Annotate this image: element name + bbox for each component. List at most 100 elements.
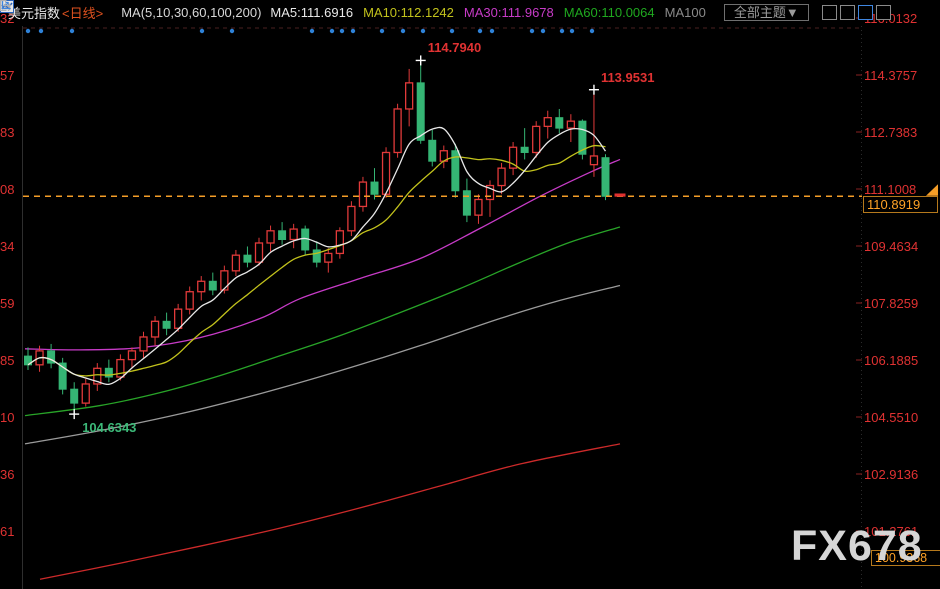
- candle: [475, 199, 482, 215]
- candle: [152, 321, 159, 337]
- low-annotation: 104.6343: [82, 420, 136, 435]
- candle: [556, 118, 563, 128]
- right-axis-label: 114.3757: [864, 68, 938, 83]
- candle: [348, 206, 355, 230]
- event-marker-dot: [330, 29, 334, 33]
- event-marker-dot: [26, 29, 30, 33]
- candle: [590, 156, 597, 165]
- right-axis-label: 107.8259: [864, 296, 938, 311]
- event-marker-dot: [351, 29, 355, 33]
- candle: [498, 168, 505, 185]
- candle: [256, 243, 263, 262]
- candle: [128, 351, 135, 360]
- candle: [602, 158, 609, 197]
- candle: [394, 109, 401, 153]
- event-marker-dot: [450, 29, 454, 33]
- ma-value-label: MA100: [665, 5, 706, 20]
- event-marker-dot: [310, 29, 314, 33]
- ma200-line: [40, 444, 620, 579]
- candle: [417, 83, 424, 140]
- ma60-line: [25, 227, 620, 416]
- candle: [371, 182, 378, 194]
- event-marker-dot: [490, 29, 494, 33]
- candle: [544, 118, 551, 127]
- candle: [140, 337, 147, 351]
- candle: [463, 191, 470, 215]
- candle: [279, 231, 286, 240]
- ma30-line: [25, 159, 620, 349]
- candle: [567, 121, 574, 128]
- left-axis-label: 61: [0, 524, 16, 539]
- candles-group: [25, 60, 610, 414]
- event-marker-dot: [200, 29, 204, 33]
- candlestick-chart[interactable]: [0, 0, 940, 589]
- left-axis-label: 57: [0, 68, 16, 83]
- candle: [232, 255, 239, 271]
- left-axis-label: 85: [0, 353, 16, 368]
- current-price-label: 110.8919: [863, 196, 938, 213]
- candle: [175, 309, 182, 328]
- candle: [336, 231, 343, 254]
- event-marker-dot: [39, 29, 43, 33]
- right-axis-label: 109.4634: [864, 239, 938, 254]
- axis-scale-active-button[interactable]: [858, 5, 873, 20]
- ma-value-label: MA30:111.9678: [464, 5, 554, 20]
- ma-values: MA5:111.6916MA10:112.1242MA30:111.9678MA…: [270, 5, 705, 20]
- ma-value-label: MA10:112.1242: [363, 5, 454, 20]
- event-marker-dot: [478, 29, 482, 33]
- event-marker-dot: [380, 29, 384, 33]
- top-bar: 美元指数 <日线> MA(5,10,30,60,100,200) MA5:111…: [0, 0, 940, 24]
- trading-app: { "header": { "title": "美元指数", "period":…: [0, 0, 940, 589]
- event-marker-dot: [421, 29, 425, 33]
- high-annotation-1: 114.7940: [428, 40, 482, 55]
- latest-price-tick: [615, 193, 626, 196]
- candle: [163, 321, 170, 328]
- candle: [209, 281, 216, 290]
- event-marker-dot: [530, 29, 534, 33]
- right-axis-label: 106.1885: [864, 353, 938, 368]
- candle: [186, 292, 193, 309]
- candle: [521, 147, 528, 152]
- left-axis-label: 83: [0, 125, 16, 140]
- event-marker-dot: [401, 29, 405, 33]
- candle: [313, 250, 320, 262]
- period-label: <日线>: [62, 3, 103, 22]
- candle: [290, 229, 297, 239]
- exit-chart-button[interactable]: [876, 5, 891, 20]
- left-axis-label: 36: [0, 467, 16, 482]
- candle: [533, 126, 540, 152]
- exit-chart-icon: [0, 0, 11, 11]
- candle: [325, 253, 332, 262]
- high-annotation-2: 113.9531: [601, 70, 655, 85]
- event-marker-dot: [70, 29, 74, 33]
- right-axis-label: 102.9136: [864, 467, 938, 482]
- symbol-title: 美元指数: [8, 3, 60, 22]
- left-axis-label: 59: [0, 296, 16, 311]
- event-marker-dot: [340, 29, 344, 33]
- event-marker-dot: [570, 29, 574, 33]
- axis-scale-button[interactable]: [840, 5, 855, 20]
- theme-select-button[interactable]: 全部主题▼: [724, 4, 809, 21]
- candle: [267, 231, 274, 243]
- right-axis-label: 104.5510: [864, 410, 938, 425]
- candle: [221, 271, 228, 290]
- watermark: FX678: [791, 522, 923, 571]
- candle: [244, 255, 251, 262]
- left-axis-label: 08: [0, 182, 16, 197]
- left-axis-label: 10: [0, 410, 16, 425]
- candle: [71, 389, 78, 403]
- right-axis-label: 111.1008: [864, 182, 938, 197]
- candle: [429, 140, 436, 161]
- left-axis-label: 34: [0, 239, 16, 254]
- candle: [82, 384, 89, 403]
- event-marker-dot: [230, 29, 234, 33]
- event-marker-dot: [541, 29, 545, 33]
- right-axis-label: 112.7383: [864, 125, 938, 140]
- candle: [406, 83, 413, 109]
- candle: [359, 182, 366, 206]
- ma-value-label: MA60:110.0064: [564, 5, 655, 20]
- event-marker-dot: [590, 29, 594, 33]
- event-marker-dot: [560, 29, 564, 33]
- candle: [198, 281, 205, 291]
- move-tool-button[interactable]: [822, 5, 837, 20]
